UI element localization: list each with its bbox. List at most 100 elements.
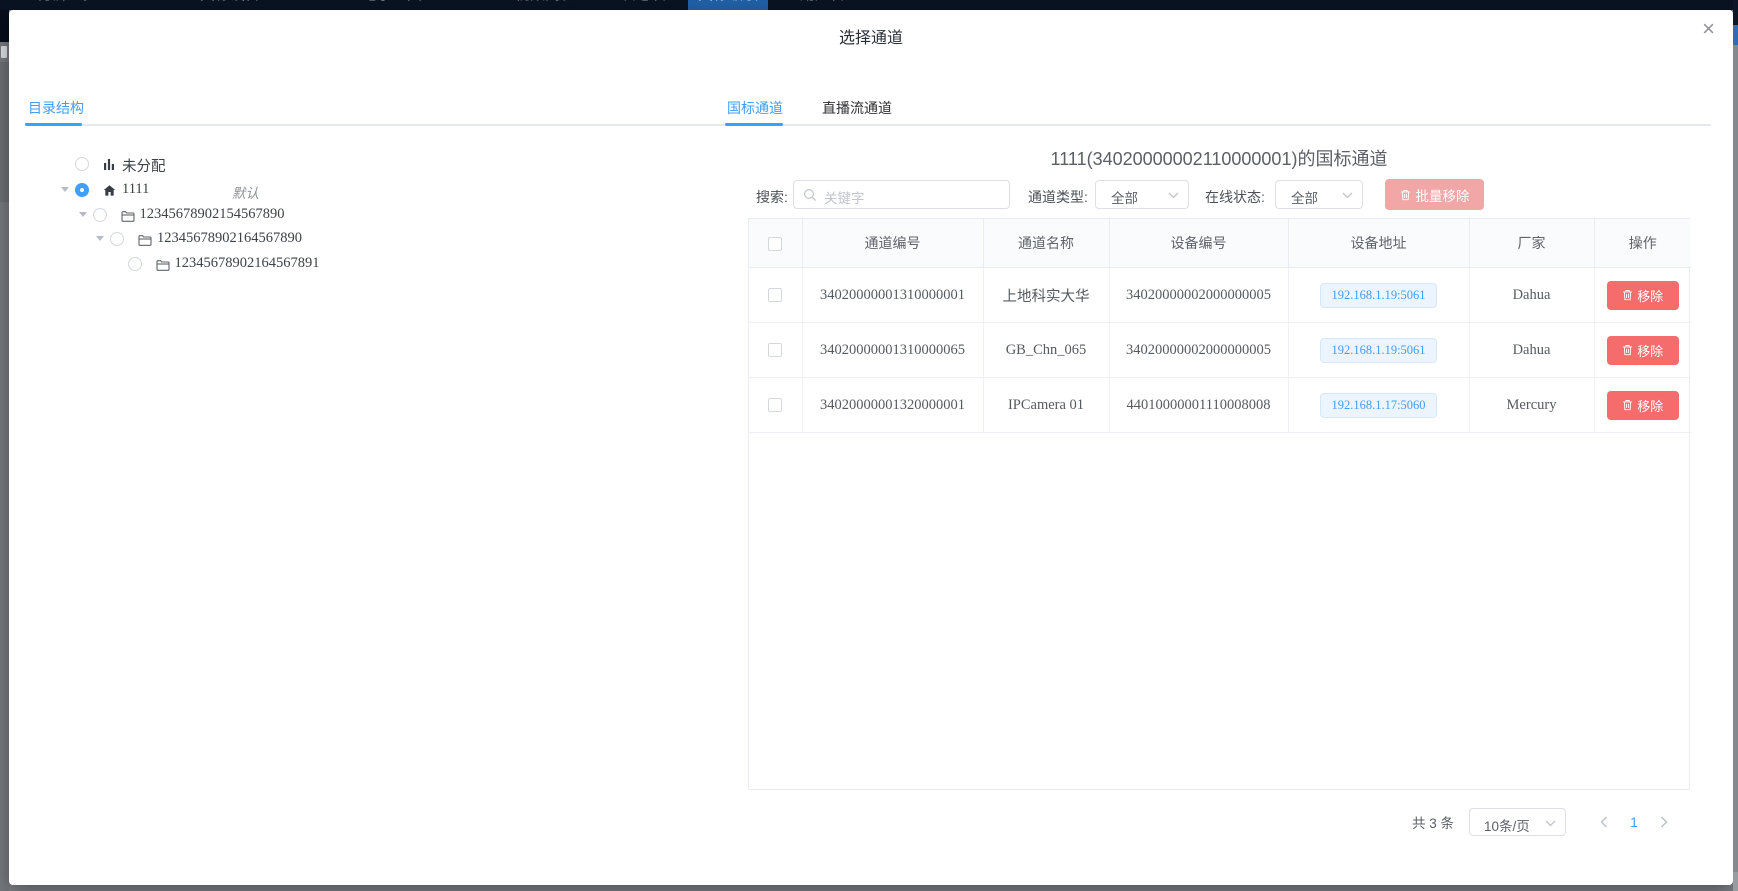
nav-item[interactable]: 日志管理: [612, 0, 692, 10]
trash-icon: [1622, 289, 1633, 301]
folder-icon: [138, 233, 151, 246]
chevron-down-icon: [1168, 192, 1179, 199]
tree-radio[interactable]: [75, 183, 89, 197]
background-navbar-fragment: [1733, 0, 1738, 25]
channel-type-label: 通道类型:: [1028, 187, 1088, 207]
caret-down-icon[interactable]: [96, 236, 104, 241]
remove-button[interactable]: 移除: [1607, 281, 1679, 310]
caret-down-icon[interactable]: [61, 187, 69, 192]
column-header: 通道名称: [983, 219, 1109, 268]
nav-item[interactable]: 国标设备: [190, 0, 270, 10]
select-all-checkbox[interactable]: [768, 237, 782, 251]
tree-node[interactable]: 12345678902164567890: [9, 227, 669, 251]
folder-icon: [121, 209, 134, 222]
batch-remove-button[interactable]: 批量移除: [1385, 179, 1484, 210]
table-header-row: 通道编号通道名称设备编号设备地址厂家操作: [749, 219, 1691, 268]
tabs-divider: [25, 124, 1711, 126]
device-id-cell: 44010000001110008008: [1109, 378, 1288, 433]
nav-item[interactable]: 国标级联: [688, 0, 768, 10]
online-status-value: 全部: [1291, 187, 1318, 207]
tab-directory-structure[interactable]: 目录结构: [28, 98, 84, 118]
tree-radio[interactable]: [75, 157, 89, 171]
chevron-down-icon: [1342, 192, 1353, 199]
tree-node[interactable]: 12345678902154567890: [9, 203, 669, 227]
online-status-select[interactable]: 全部: [1275, 180, 1363, 209]
row-checkbox[interactable]: [768, 288, 782, 302]
caret-down-icon[interactable]: [79, 212, 87, 217]
device-address-cell: 192.168.1.19:5061: [1288, 268, 1469, 323]
remove-label: 移除: [1637, 341, 1663, 360]
channel-id-cell: 34020000001320000001: [802, 378, 983, 433]
search-label: 搜索:: [756, 187, 788, 207]
channel-type-select[interactable]: 全部: [1095, 180, 1189, 209]
channel-table: 通道编号通道名称设备编号设备地址厂家操作 3402000000131000000…: [748, 218, 1690, 790]
channel-id-cell: 34020000001310000065: [802, 323, 983, 378]
page-size-value: 10条/页: [1484, 815, 1530, 835]
remove-button[interactable]: 移除: [1607, 391, 1679, 420]
remove-button[interactable]: 移除: [1607, 336, 1679, 365]
tree-node[interactable]: 1111默认: [9, 178, 669, 202]
channel-type-value: 全部: [1111, 187, 1138, 207]
search-input[interactable]: 关键字: [793, 180, 1010, 209]
chevron-down-icon: [1545, 820, 1556, 827]
tree-radio[interactable]: [128, 257, 142, 271]
column-header: 通道编号: [802, 219, 983, 268]
background-page-left-edge: [0, 0, 9, 891]
device-id-cell: 34020000002000000005: [1109, 268, 1288, 323]
device-address-cell: 192.168.1.19:5061: [1288, 323, 1469, 378]
action-cell: 移除: [1594, 323, 1691, 378]
trash-icon: [1400, 189, 1411, 201]
background-band: [0, 62, 9, 202]
search-placeholder: 关键字: [824, 187, 865, 207]
action-cell: 移除: [1594, 378, 1691, 433]
modal-title: 选择通道: [9, 24, 1733, 48]
channel-list-heading: 1111(34020000002110000001)的国标通道: [748, 145, 1690, 171]
action-cell: 移除: [1594, 268, 1691, 323]
prev-page-button[interactable]: [1594, 816, 1614, 828]
background-band: [1733, 872, 1738, 891]
row-checkbox[interactable]: [768, 398, 782, 412]
background-text-fragment: [1, 46, 7, 58]
left-tab-active-bar: [25, 123, 82, 126]
vendor-cell: Mercury: [1469, 378, 1594, 433]
vendor-cell: Dahua: [1469, 268, 1594, 323]
tree-node-label: 未分配: [122, 155, 166, 176]
channel-name-cell: IPCamera 01: [983, 378, 1109, 433]
table-row: 34020000001310000001上地科实大华34020000002000…: [749, 268, 1691, 323]
nav-item[interactable]: 电子地图: [352, 0, 432, 10]
background-blue-fragment: [1733, 25, 1738, 45]
nav-item[interactable]: 分屏监控: [28, 0, 108, 10]
tree-node-label: 12345678902154567890: [140, 206, 285, 223]
tab-gb-channel[interactable]: 国标通道: [727, 98, 783, 118]
page-size-select[interactable]: 10条/页: [1469, 808, 1566, 836]
tree-radio[interactable]: [110, 232, 124, 246]
remove-label: 移除: [1637, 286, 1663, 305]
batch-remove-label: 批量移除: [1416, 185, 1470, 205]
page-number-1[interactable]: 1: [1614, 814, 1654, 830]
tree-node[interactable]: 12345678902164567891: [9, 252, 669, 276]
total-count: 共 3 条: [1412, 812, 1454, 832]
background-page-right-edge: [1733, 0, 1738, 891]
channel-name-cell: GB_Chn_065: [983, 323, 1109, 378]
chevron-right-icon: [1660, 816, 1668, 828]
close-icon[interactable]: ×: [1702, 18, 1715, 40]
chevron-left-icon: [1600, 816, 1608, 828]
tree-node-label: 12345678902164567890: [157, 230, 302, 247]
channel-name-cell: 上地科实大华: [983, 268, 1109, 323]
tree-node[interactable]: 未分配: [9, 152, 669, 176]
device-address-cell: 192.168.1.17:5060: [1288, 378, 1469, 433]
column-header: 厂家: [1469, 219, 1594, 268]
nav-item[interactable]: 视频列表: [505, 0, 585, 10]
row-checkbox[interactable]: [768, 343, 782, 357]
tree-radio[interactable]: [93, 208, 107, 222]
tab-stream-channel[interactable]: 直播流通道: [822, 98, 892, 118]
device-id-cell: 34020000002000000005: [1109, 323, 1288, 378]
unassigned-icon: [103, 158, 116, 171]
tree-node-label: 1111: [122, 181, 149, 198]
column-header: 设备编号: [1109, 219, 1288, 268]
next-page-button[interactable]: [1654, 816, 1674, 828]
nav-item[interactable]: 用户管理: [790, 0, 870, 10]
right-tab-active-bar: [725, 123, 783, 126]
ip-address-tag: 192.168.1.19:5061: [1320, 283, 1436, 308]
channel-id-cell: 34020000001310000001: [802, 268, 983, 323]
